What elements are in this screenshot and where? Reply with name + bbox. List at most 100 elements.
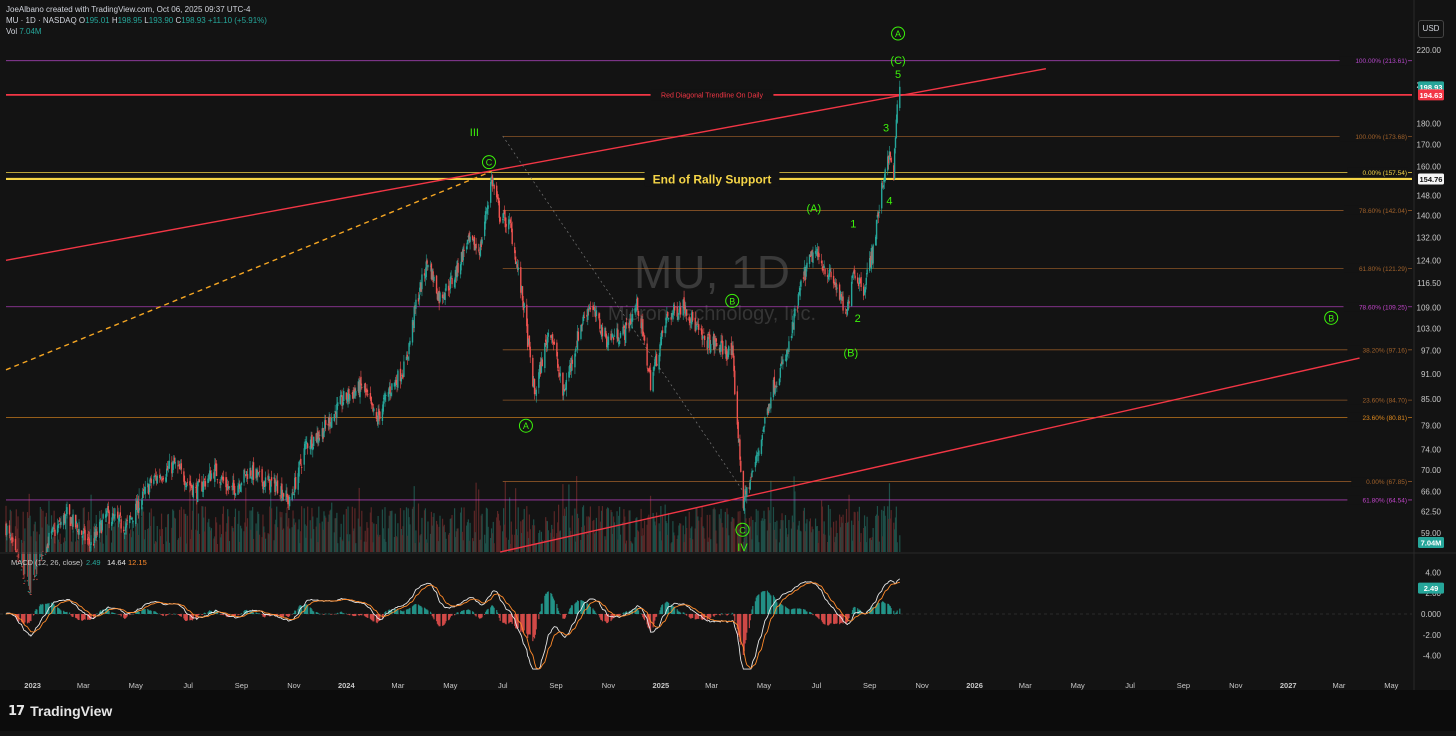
candle-body [864,287,867,293]
candle-body [517,267,519,271]
x-tick-label: Sep [1177,681,1190,690]
candle-body [779,367,782,378]
candle-body [16,555,18,557]
volume-bar [337,543,339,552]
macd-histogram-bar [538,614,540,620]
macd-histogram-bar [439,614,441,627]
macd-histogram-bar [619,614,622,615]
macd-histogram-bar [186,614,188,621]
candle-body [425,261,427,277]
candle-body [228,486,231,488]
volume-bar [397,523,399,552]
candle-body [60,521,62,525]
candle-body [516,264,519,268]
candle-body [337,402,339,407]
candle-body [581,324,583,326]
macd-histogram-bar [167,614,170,615]
candle-body [220,482,222,486]
volume-bar [655,512,658,552]
candle-body [535,389,537,396]
candle-body [90,542,92,546]
y-tick-label: 109.00 [1417,304,1442,313]
candle-body [185,482,188,488]
candle-body [646,343,648,366]
macd-histogram-bar [884,603,886,614]
candle-body [788,341,790,353]
candle-body [34,575,36,577]
candle-body [890,157,892,163]
macd-histogram-bar [680,612,682,614]
macd-histogram-bar [710,614,712,618]
y-tick-label: 74.00 [1421,446,1442,455]
candle-body [373,408,375,412]
candle-body [58,520,60,522]
chart-stage[interactable]: MU, 1D Micron Technology, Inc. 100.00% (2… [0,0,1456,731]
candle-body [186,481,189,483]
macd-histogram-bar [343,613,345,614]
candle-body [418,294,421,300]
candle-body [450,276,452,278]
macd-histogram-bar [451,614,453,616]
currency-button[interactable]: USD [1418,20,1444,38]
candle-body [463,249,465,251]
macd-histogram-bar [295,610,297,614]
volume-bar [794,491,796,552]
x-tick-label: Mar [1019,681,1032,690]
candle-body [508,219,510,230]
candle-body [894,137,897,148]
tradingview-logo[interactable]: 17 TradingView [8,703,112,719]
candle-body [339,396,342,405]
candle-body [53,528,55,529]
volume-bar [445,538,447,552]
candle-body [751,471,753,478]
candle-body [647,367,649,372]
footer-bar [0,690,1456,731]
candle-body [582,314,585,322]
candle-body [528,335,531,348]
chart-svg[interactable]: MU, 1DMicron Technology, Inc. 100.00% (2… [0,0,1456,731]
candle-body [202,480,205,490]
ohlc-label: L [142,16,149,25]
candle-body [710,343,712,353]
macd-histogram-bar [475,614,477,617]
x-tick-label: Mar [705,681,718,690]
candle-body [502,219,504,221]
macd-histogram-bar [661,604,664,614]
volume-bar [156,525,158,552]
volume-bar [307,506,309,552]
candle-body [858,277,861,285]
candle-body [847,299,849,311]
candle-body [746,487,748,497]
x-tick-label: Nov [287,681,301,690]
y-tick-label: 62.50 [1421,508,1442,517]
volume-bar [264,538,267,552]
candle-body [475,243,477,249]
wave-label: 2 [855,313,861,325]
candle-body [343,391,345,402]
x-tick-label: Mar [391,681,404,690]
volume-bar [860,533,862,552]
ohlc-label: H [109,16,118,25]
candle-body [12,537,14,542]
x-tick-label: May [443,681,457,690]
macd-histogram-bar [445,614,447,622]
macd-histogram-bar [523,614,525,631]
volume-bar [427,521,429,552]
candle-body [707,336,709,348]
candle-body [796,307,799,309]
volume-bar [228,541,231,552]
ohlc-values: O195.01 H198.95 L193.90 C198.93 +11.10 (… [79,16,267,25]
candle-body [237,485,239,495]
macd-histogram-bar [469,610,471,614]
candle-body [141,491,144,499]
candle-body [54,529,56,536]
candle-body [74,514,77,528]
macd-histogram-bar [496,612,499,614]
candle-body [397,370,399,388]
candle-body [84,529,86,541]
candle-body [733,355,735,372]
candle-body [28,592,30,593]
candle-body [156,475,158,484]
macd-histogram-bar [499,614,501,621]
attribution-text: JoeAlbano created with TradingView.com, … [6,5,251,14]
